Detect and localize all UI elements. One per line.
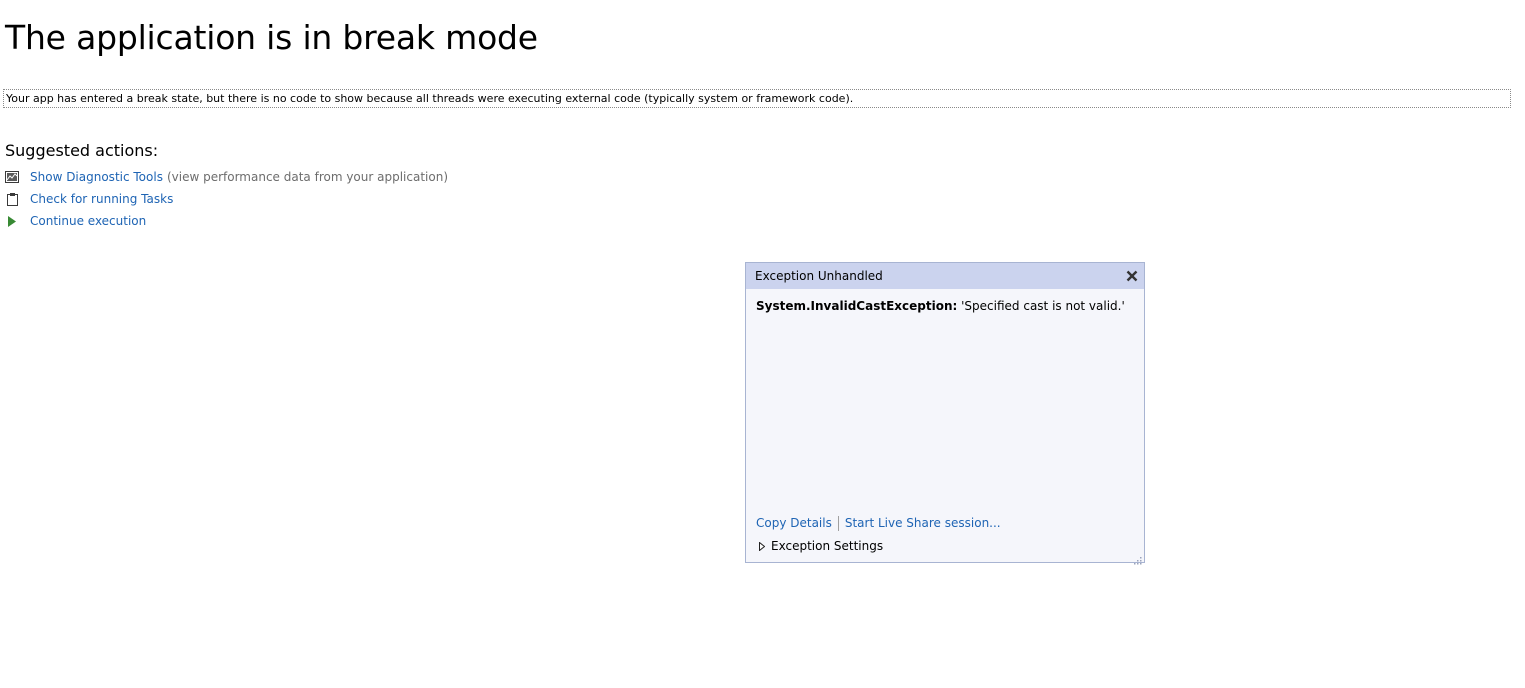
show-diagnostic-tools-link[interactable]: Show Diagnostic Tools: [30, 170, 163, 184]
popup-footer: Copy Details Start Live Share session...…: [756, 514, 1001, 555]
page-title: The application is in break mode: [5, 18, 538, 57]
continue-execution-link[interactable]: Continue execution: [30, 214, 146, 228]
start-live-share-link[interactable]: Start Live Share session...: [845, 516, 1001, 530]
suggested-actions-heading: Suggested actions:: [5, 141, 159, 160]
diagnostic-tools-hint: (view performance data from your applica…: [166, 170, 449, 184]
clipboard-icon: [5, 192, 19, 206]
diagnostic-tools-icon: [5, 170, 19, 184]
close-icon[interactable]: [1124, 268, 1140, 284]
suggested-actions-list: Show Diagnostic Tools (view performance …: [5, 166, 448, 232]
exception-settings-row[interactable]: Exception Settings: [756, 537, 1001, 555]
resize-grip-icon[interactable]: [1132, 550, 1142, 565]
break-mode-page: The application is in break mode Your ap…: [0, 0, 1525, 688]
check-running-tasks-link[interactable]: Check for running Tasks: [30, 192, 173, 206]
break-state-message: Your app has entered a break state, but …: [3, 89, 1511, 108]
action-check-running-tasks: Check for running Tasks: [5, 188, 448, 210]
popup-header: Exception Unhandled: [746, 263, 1144, 289]
play-icon: [5, 214, 19, 228]
link-separator: [837, 515, 839, 531]
footer-links: Copy Details Start Live Share session...: [756, 514, 1001, 532]
exception-details: System.InvalidCastException: 'Specified …: [746, 289, 1144, 314]
copy-details-link[interactable]: Copy Details: [756, 516, 832, 530]
exception-popup: Exception Unhandled System.InvalidCastEx…: [745, 262, 1145, 565]
expand-triangle-icon[interactable]: [759, 541, 767, 551]
action-show-diagnostic-tools: Show Diagnostic Tools (view performance …: [5, 166, 448, 188]
popup-title: Exception Unhandled: [755, 269, 883, 283]
exception-settings-label: Exception Settings: [771, 539, 884, 553]
exception-type: System.InvalidCastException:: [756, 299, 958, 313]
exception-message: 'Specified cast is not valid.': [961, 299, 1125, 313]
action-continue-execution: Continue execution: [5, 210, 448, 232]
